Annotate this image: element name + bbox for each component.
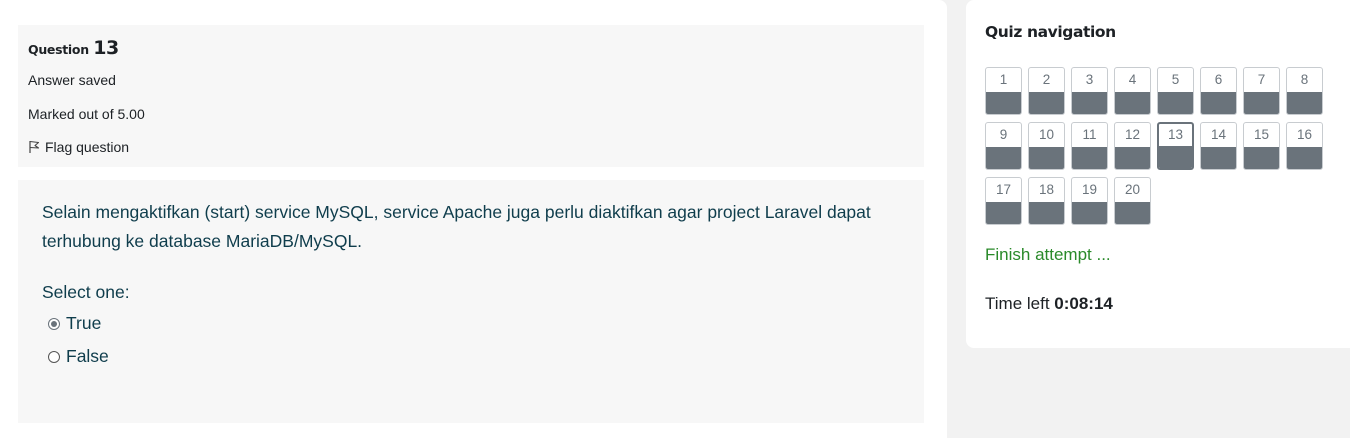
quiz-nav-button-number: 4 (1128, 72, 1137, 87)
quiz-nav-button-10[interactable]: 10 (1028, 122, 1065, 170)
question-grade: Marked out of 5.00 (28, 106, 145, 122)
quiz-navigation-panel: Quiz navigation 1 2 3 4 5 6 7 8 9 10 11 12 13 14 15 16 1… (966, 0, 1350, 348)
quiz-nav-button-number: 1 (999, 72, 1008, 87)
answer-prompt: Select one: (42, 282, 130, 302)
answer-option-0[interactable]: True (42, 313, 900, 334)
quiz-nav-button-number: 12 (1124, 127, 1141, 142)
answered-indicator (986, 202, 1021, 224)
answered-indicator (1029, 147, 1064, 169)
quiz-nav-button-number: 8 (1300, 72, 1309, 87)
quiz-nav-button-number: 18 (1038, 182, 1055, 197)
quiz-nav-button-20[interactable]: 20 (1114, 177, 1151, 225)
question-state: Answer saved (28, 72, 116, 88)
question-number: Question 13 (28, 37, 914, 61)
question-text: Selain mengaktifkan (start) service MySQ… (42, 202, 871, 251)
quiz-nav-button-number: 3 (1085, 72, 1094, 87)
time-left-label: Time left (985, 294, 1055, 313)
answered-indicator (1287, 92, 1322, 114)
quiz-nav-button-number: 5 (1171, 72, 1180, 87)
quiz-nav-button-number: 2 (1042, 72, 1051, 87)
answered-indicator (1244, 147, 1279, 169)
quiz-nav-button-number: 16 (1296, 127, 1313, 142)
quiz-nav-button-number: 20 (1124, 182, 1141, 197)
answered-indicator (1244, 92, 1279, 114)
answered-indicator (1072, 202, 1107, 224)
quiz-navigation-title: Quiz navigation (985, 23, 1116, 41)
answer-option-1[interactable]: False (42, 346, 900, 367)
answered-indicator (1201, 147, 1236, 169)
quiz-navigation-buttons: 1 2 3 4 5 6 7 8 9 10 11 12 13 14 15 16 17 18 19 20 (985, 67, 1330, 232)
question-label: Question (28, 42, 89, 57)
answered-indicator (1072, 92, 1107, 114)
quiz-nav-button-18[interactable]: 18 (1028, 177, 1065, 225)
answered-indicator (1115, 92, 1150, 114)
question-content: Selain mengaktifkan (start) service MySQ… (18, 180, 924, 423)
quiz-nav-button-12[interactable]: 12 (1114, 122, 1151, 170)
quiz-nav-button-number: 15 (1253, 127, 1270, 142)
time-left-value: 0:08:14 (1054, 294, 1113, 313)
answered-indicator (986, 147, 1021, 169)
flag-question-label: Flag question (45, 139, 130, 155)
quiz-nav-button-number: 19 (1081, 182, 1098, 197)
flag-icon (29, 140, 40, 153)
quiz-nav-button-19[interactable]: 19 (1071, 177, 1108, 225)
quiz-nav-button-number: 7 (1257, 72, 1266, 87)
quiz-nav-button-number: 11 (1082, 127, 1097, 142)
quiz-nav-button-number: 14 (1210, 127, 1227, 142)
quiz-nav-button-17[interactable]: 17 (985, 177, 1022, 225)
quiz-nav-button-number: 10 (1038, 127, 1055, 142)
quiz-nav-button-4[interactable]: 4 (1114, 67, 1151, 115)
quiz-nav-button-7[interactable]: 7 (1243, 67, 1280, 115)
quiz-nav-button-number: 13 (1167, 127, 1184, 142)
quiz-nav-button-16[interactable]: 16 (1286, 122, 1323, 170)
radio-button[interactable] (48, 317, 60, 330)
answered-indicator (1287, 147, 1322, 169)
quiz-nav-button-5[interactable]: 5 (1157, 67, 1194, 115)
answer-option-label: True (66, 313, 102, 333)
quiz-nav-button-2[interactable]: 2 (1028, 67, 1065, 115)
answered-indicator (1029, 202, 1064, 224)
radio-button[interactable] (48, 350, 60, 363)
answered-indicator (986, 92, 1021, 114)
quiz-nav-button-14[interactable]: 14 (1200, 122, 1237, 170)
answer-option-label: False (66, 346, 109, 366)
quiz-nav-button-6[interactable]: 6 (1200, 67, 1237, 115)
answered-indicator (1072, 147, 1107, 169)
quiz-nav-button-9[interactable]: 9 (985, 122, 1022, 170)
answered-indicator (1201, 92, 1236, 114)
quiz-timer: Time left 0:08:14 (985, 294, 1113, 314)
flag-question-toggle[interactable]: Flag question (28, 139, 129, 155)
question-info: Question 13 Answer saved Marked out of 5… (18, 25, 924, 167)
quiz-nav-button-1[interactable]: 1 (985, 67, 1022, 115)
question-number-value: 13 (93, 37, 119, 59)
quiz-nav-button-13[interactable]: 13 (1157, 122, 1194, 170)
answered-indicator (1159, 146, 1192, 168)
quiz-nav-button-number: 17 (995, 182, 1012, 197)
quiz-nav-button-3[interactable]: 3 (1071, 67, 1108, 115)
answer-options: True False (42, 313, 900, 367)
quiz-nav-button-number: 6 (1214, 72, 1223, 87)
answered-indicator (1029, 92, 1064, 114)
quiz-nav-button-11[interactable]: 11 (1071, 122, 1108, 170)
answered-indicator (1158, 92, 1193, 114)
answered-indicator (1115, 147, 1150, 169)
answered-indicator (1115, 202, 1150, 224)
quiz-nav-button-15[interactable]: 15 (1243, 122, 1280, 170)
question-panel: Question 13 Answer saved Marked out of 5… (0, 0, 947, 438)
finish-attempt-link[interactable]: Finish attempt ... (985, 245, 1111, 265)
quiz-nav-button-number: 9 (999, 127, 1008, 142)
quiz-nav-button-8[interactable]: 8 (1286, 67, 1323, 115)
